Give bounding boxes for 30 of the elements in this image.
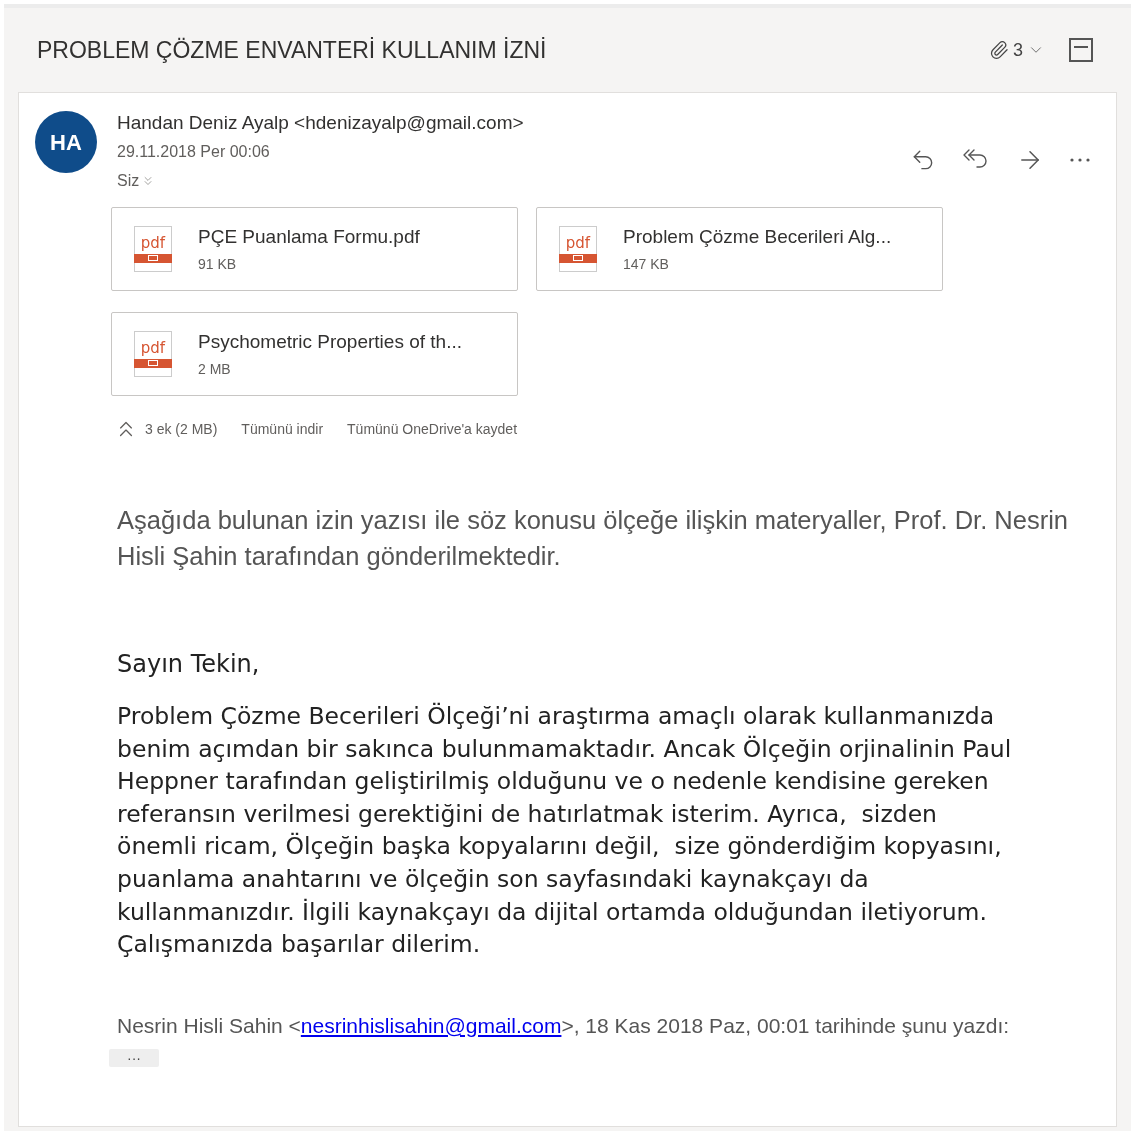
attachment-name: Problem Çözme Becerileri Alg... [623, 225, 892, 249]
attachment-size: 147 KB [623, 255, 670, 274]
save-onedrive-link[interactable]: Tümünü OneDrive'a kaydet [347, 418, 518, 440]
quote-attribution: Nesrin Hisli Sahin <nesrinhislisahin@gmail.com>, 18 Kas 2018 Paz, 00:01 tarihinde şunu yazdı: [117, 1012, 1011, 1039]
download-all-link[interactable]: Tümünü indir [241, 418, 324, 440]
attachment-name: Psychometric Properties of th... [198, 330, 462, 354]
show-quoted-button[interactable]: ··· [109, 1048, 159, 1067]
pdf-file-icon: pdf [559, 226, 597, 272]
attachment-card[interactable]: pdf Problem Çözme Becerileri Alg... 147 KB [536, 207, 943, 291]
sent-date: 29.11.2018 Per 00:06 [117, 142, 271, 162]
sender: Handan Deniz Ayalp <hdenizayalp@gmail.com> [117, 111, 524, 135]
attachment-size: 91 KB [198, 255, 238, 274]
letter-text: Problem Çözme Becerileri Ölçeği’ni araştırma amaçlı olarak kullanmanızda benim açımdan bir sakınca bulunmamaktadır. Ancak Ölçeğin orjinalinin Paul Heppner tarafından geliştirilmiş olduğunu ve o nedenle kendisine gereken referansın verilmesi gerektiğini de hatırlatmak isterim. Ayrıca, sizden önemli ricam, Ölçeğin başka kopyalarını değil, size gönderdiğim kopyasını, puanlama anahtarını ve ölçeğin son sayfasındaki kaynakçayı da kullanmanızdır. İlgili kaynakçayı da dijital ortamda olduğundan iletiyorum. Çalışmanızda başarılar dilerim. [117, 701, 1013, 961]
email-link[interactable]: nesrinhislisahin@gmail.com [300, 1013, 562, 1037]
attachment-summary: 3 ek (2 MB) [145, 419, 218, 439]
greeting: Sayın Tekin, [117, 649, 261, 680]
recipients-toggle[interactable]: Siz [117, 167, 524, 195]
pdf-file-icon: pdf [134, 331, 172, 377]
attachment-card[interactable]: pdf Psychometric Properties of th... 2 MB [111, 312, 518, 396]
avatar: HA [35, 111, 97, 173]
attachment-name: PÇE Puanlama Formu.pdf [198, 225, 420, 249]
collapse-button[interactable] [1069, 38, 1093, 62]
subject-title: PROBLEM ÇÖZME ENVANTERİ KULLANIM İZNİ [37, 35, 547, 65]
attachments-dropdown[interactable]: 3 [989, 36, 1045, 64]
attachment-card[interactable]: pdf PÇE Puanlama Formu.pdf 91 KB [111, 207, 518, 291]
intro-text: Aşağıda bulunan izin yazısı ile söz konusu ölçeğe ilişkin materyaller, Prof. Dr. Nesrin Hisli Şahin tarafından gönderilmektedir. [117, 505, 1070, 572]
more-icon [1070, 158, 1090, 162]
paperclip-icon [989, 40, 1009, 60]
attachment-size: 2 MB [198, 360, 232, 379]
pdf-file-icon: pdf [134, 226, 172, 272]
